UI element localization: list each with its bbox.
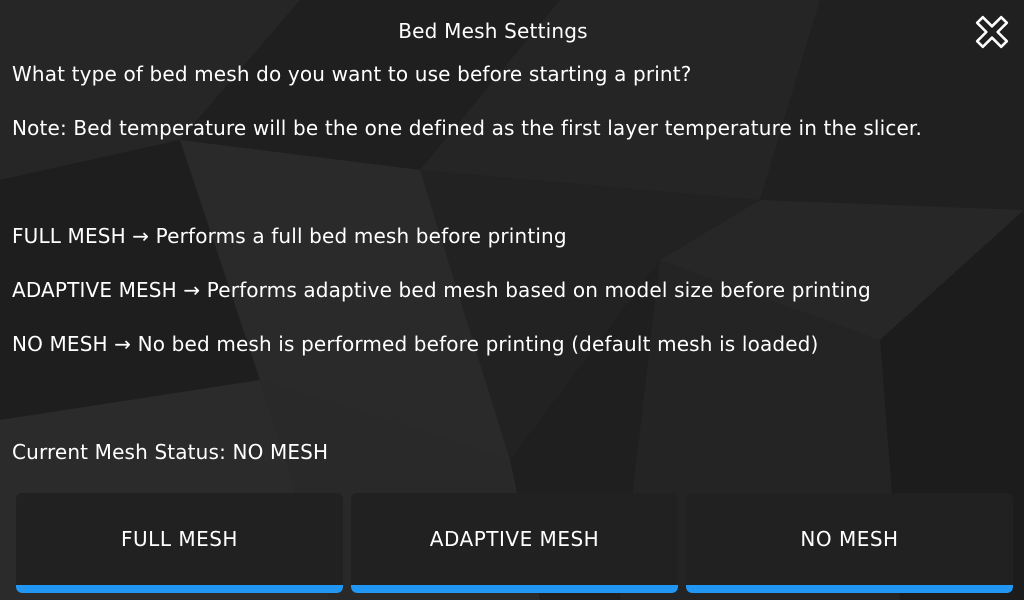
mesh-status-text: Current Mesh Status: NO MESH — [12, 440, 329, 464]
adaptive-mesh-button-accent-bar — [351, 585, 678, 593]
no-mesh-button[interactable]: NO MESH — [686, 493, 1013, 593]
adaptive-mesh-button[interactable]: ADAPTIVE MESH — [351, 493, 678, 593]
adaptive-mesh-button-label: ADAPTIVE MESH — [429, 527, 600, 551]
option-description-adaptive-mesh: ADAPTIVE MESH → Performs adaptive bed me… — [12, 278, 871, 302]
full-mesh-button-label: FULL MESH — [121, 527, 238, 551]
dialog-title: Bed Mesh Settings — [398, 19, 588, 43]
full-mesh-button-accent-bar — [16, 585, 343, 593]
option-description-full-mesh: FULL MESH → Performs a full bed mesh bef… — [12, 224, 567, 248]
close-icon[interactable] — [972, 12, 1012, 52]
no-mesh-button-label: NO MESH — [800, 527, 899, 551]
note-text: Note: Bed temperature will be the one de… — [12, 116, 922, 140]
full-mesh-button[interactable]: FULL MESH — [16, 493, 343, 593]
no-mesh-button-accent-bar — [686, 585, 1013, 593]
option-description-no-mesh: NO MESH → No bed mesh is performed befor… — [12, 332, 819, 356]
question-text: What type of bed mesh do you want to use… — [12, 62, 692, 86]
